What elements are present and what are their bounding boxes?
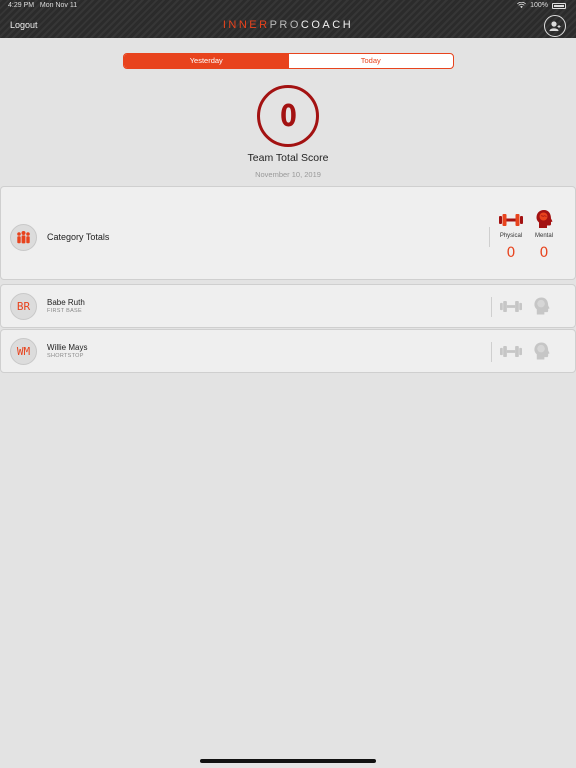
- team-icon: [17, 231, 30, 244]
- battery-icon: [552, 2, 566, 9]
- category-totals-title: Category Totals: [47, 232, 110, 242]
- player-name: Babe Ruth: [47, 298, 85, 307]
- player-divider: [491, 342, 492, 362]
- status-right: 100%: [517, 2, 566, 9]
- mental-value: 0: [539, 245, 549, 261]
- status-date: Mon Nov 11: [39, 2, 78, 9]
- player-row-babe-ruth[interactable]: BR Babe Ruth FIRST BASE: [0, 284, 576, 328]
- brain-head-icon: [536, 210, 553, 228]
- tab-yesterday[interactable]: Yesterday: [124, 54, 289, 68]
- tab-today[interactable]: Today: [289, 54, 454, 68]
- home-indicator[interactable]: [200, 759, 376, 763]
- dumbbell-icon: [500, 301, 522, 312]
- top-bar: 4:29 PM Mon Nov 11 100% Logout INNERPROC…: [0, 0, 576, 38]
- player-name: Willie Mays: [47, 343, 88, 352]
- score-date: November 10, 2019: [255, 170, 321, 179]
- player-avatar: WM: [10, 338, 37, 365]
- category-totals-card[interactable]: Category Totals Physical 0 Mental 0: [0, 186, 576, 280]
- player-position: FIRST BASE: [47, 308, 82, 314]
- app-logo: INNERPROCOACH: [222, 19, 354, 31]
- user-icon: [549, 21, 561, 31]
- day-segmented-control: Yesterday Today: [123, 53, 454, 69]
- status-time-date: 4:29 PM Mon Nov 11: [8, 2, 77, 9]
- player-avatar: BR: [10, 293, 37, 320]
- category-divider: [489, 227, 490, 247]
- player-divider: [491, 297, 492, 317]
- mental-label: Mental: [534, 233, 553, 239]
- wifi-icon: [517, 2, 527, 9]
- status-time: 4:29 PM: [8, 2, 35, 9]
- battery-percent: 100%: [530, 2, 548, 9]
- player-position: SHORTSTOP: [47, 353, 84, 359]
- profile-button[interactable]: [544, 15, 566, 37]
- dumbbell-icon: [499, 214, 523, 226]
- team-score-value: 0: [279, 98, 297, 134]
- brain-head-icon: [534, 297, 550, 315]
- player-row-willie-mays[interactable]: WM Willie Mays SHORTSTOP: [0, 329, 576, 373]
- team-score-circle: 0: [257, 85, 319, 147]
- brain-head-icon: [534, 342, 550, 360]
- team-score-label: Team Total Score: [247, 152, 329, 164]
- team-avatar: [10, 224, 37, 251]
- dumbbell-icon: [500, 346, 522, 357]
